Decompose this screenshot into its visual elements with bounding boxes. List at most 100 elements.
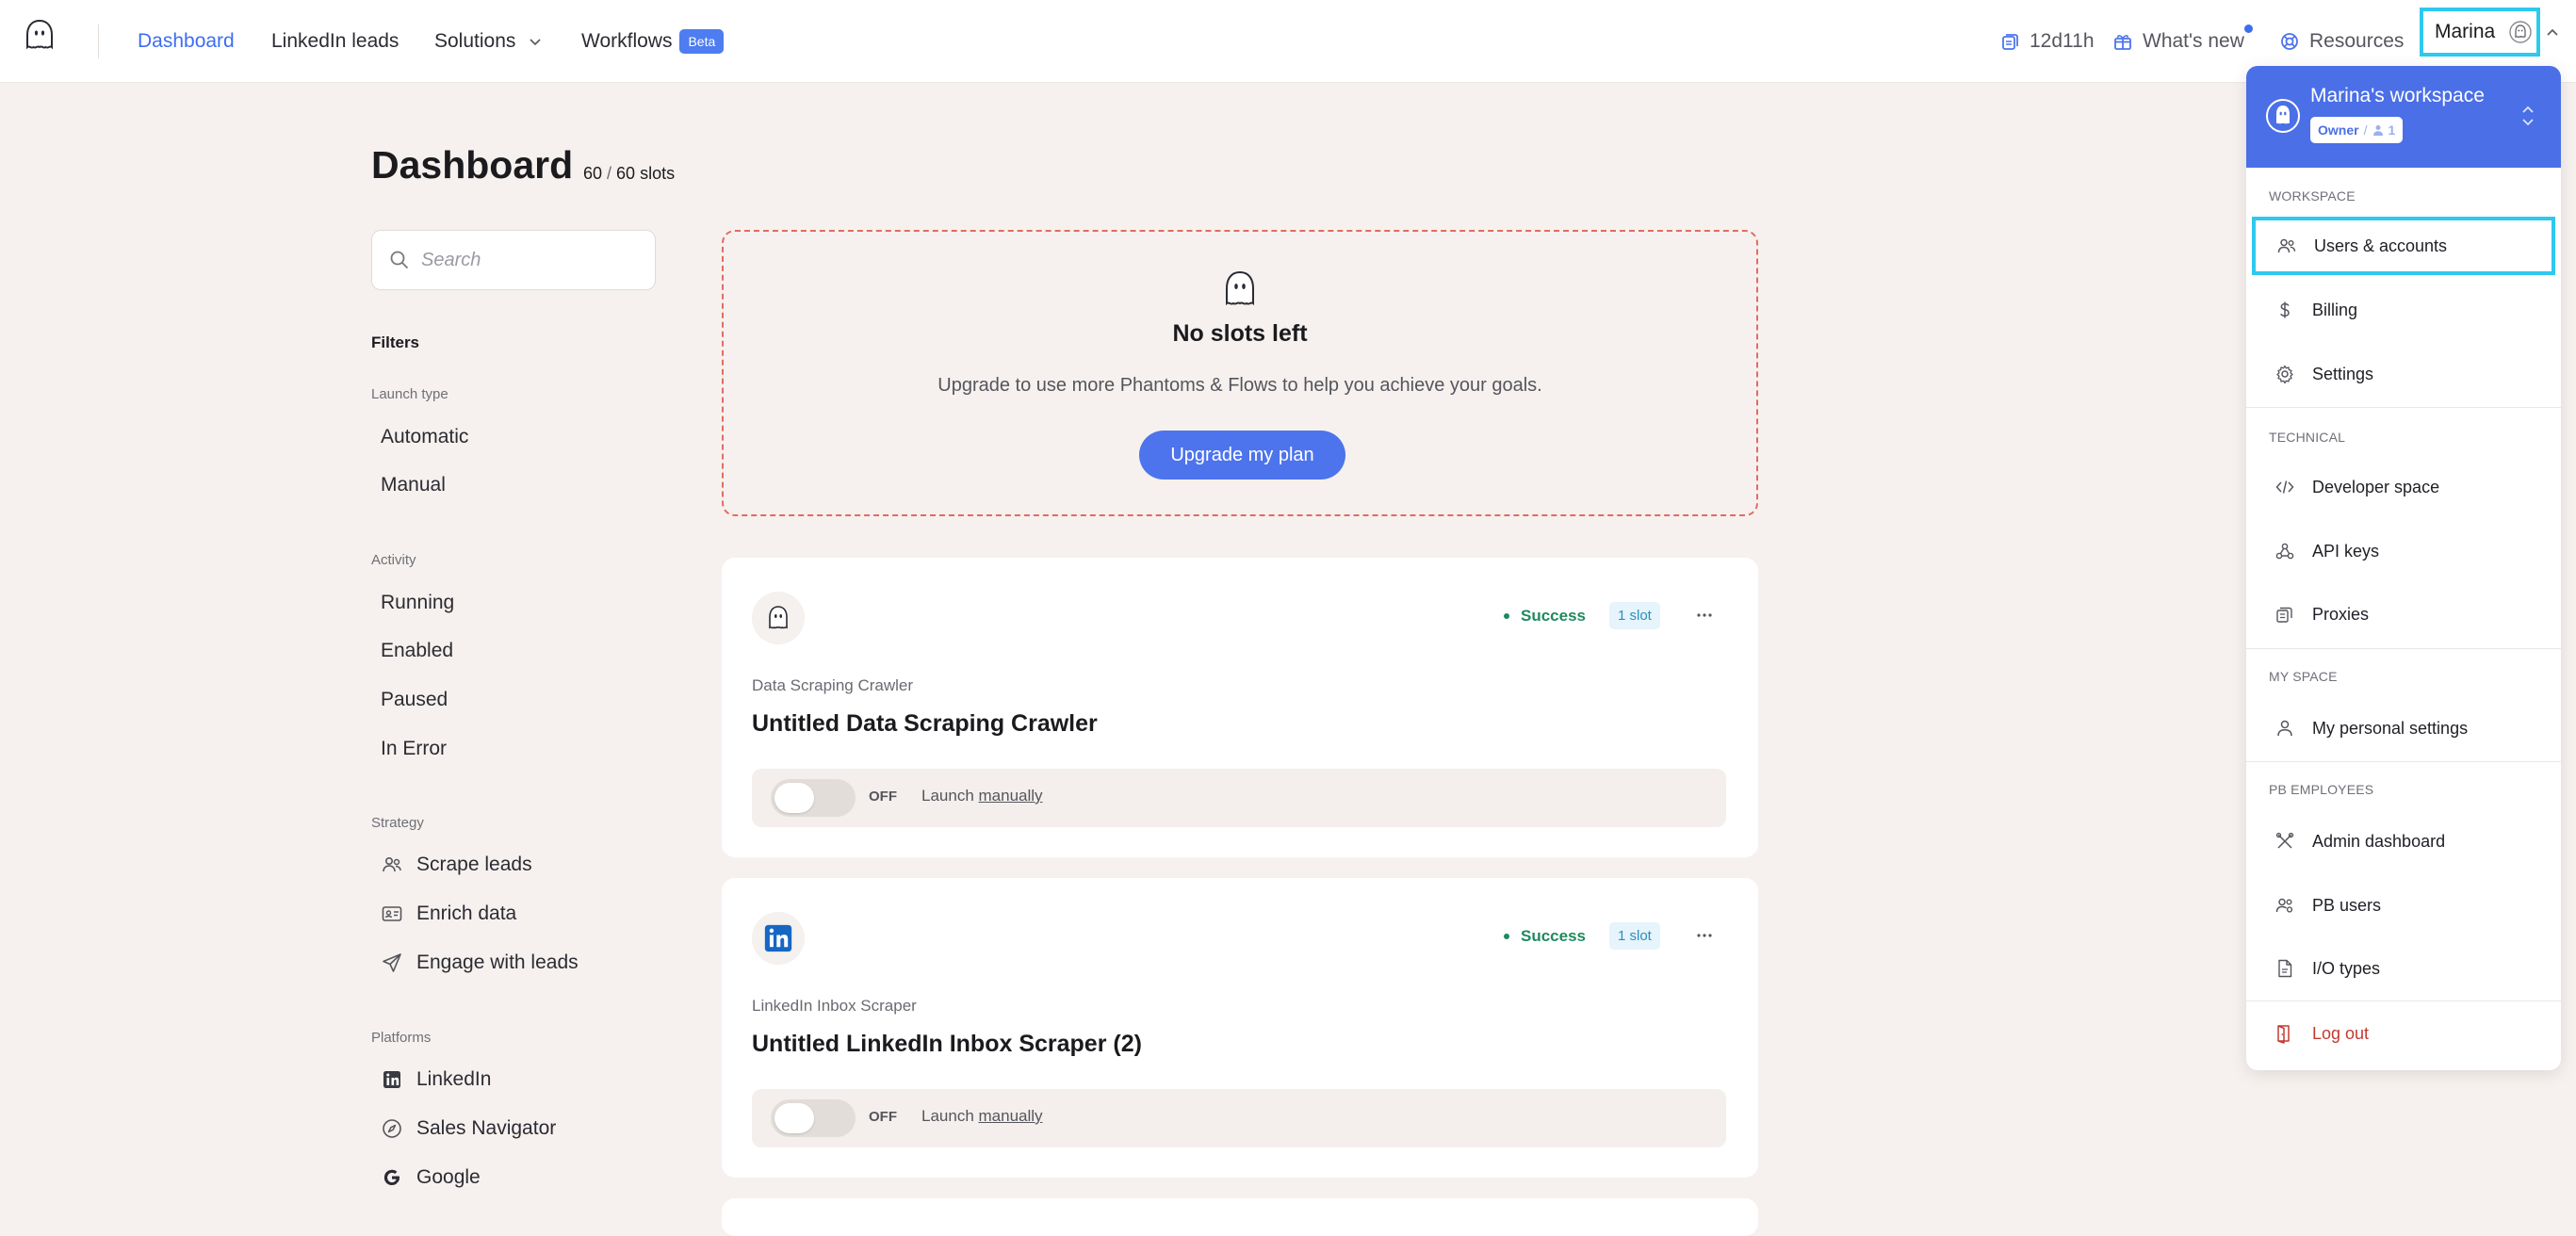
phantom-card-partial[interactable] [722, 1198, 1758, 1236]
workspace-avatar-icon [2266, 99, 2300, 133]
menu-admin-dashboard[interactable]: Admin dashboard [2246, 812, 2561, 870]
menu-api-keys-label: API keys [2312, 541, 2380, 561]
file-icon [2278, 959, 2292, 978]
top-navigation-bar: Dashboard LinkedIn leads Solutions Workf… [0, 0, 2576, 83]
filter-manual[interactable]: Manual [381, 474, 446, 496]
phantombuster-logo-icon[interactable] [21, 17, 58, 55]
filter-in-error[interactable]: In Error [381, 738, 447, 760]
platforms-label: Platforms [371, 1030, 432, 1046]
no-slots-description: Upgrade to use more Phantoms & Flows to … [937, 375, 1542, 396]
nav-linkedin-leads[interactable]: LinkedIn leads [271, 0, 399, 83]
upgrade-plan-button[interactable]: Upgrade my plan [1139, 431, 1345, 480]
filter-automatic[interactable]: Automatic [381, 426, 468, 448]
filter-enrich-data[interactable]: Enrich data [381, 903, 516, 925]
chevron-up-icon[interactable] [2544, 24, 2561, 41]
phantom-card[interactable]: Success 1 slot Data Scraping Crawler Unt… [722, 558, 1758, 857]
status-label: Success [1521, 607, 1586, 625]
notification-dot [2244, 24, 2253, 33]
workspace-role: Owner [2318, 122, 2359, 138]
phantom-name[interactable]: Untitled Data Scraping Crawler [752, 710, 1098, 738]
workspace-role-badge: Owner / 1 [2310, 117, 2404, 143]
credits-icon [2002, 34, 2018, 50]
menu-developer-space[interactable]: Developer space [2246, 458, 2561, 516]
menu-proxies[interactable]: Proxies [2246, 585, 2561, 643]
menu-io-types-label: I/O types [2312, 958, 2381, 978]
phantom-type: Data Scraping Crawler [752, 676, 914, 694]
status-dot [1504, 934, 1509, 939]
nav-solutions[interactable]: Solutions [434, 0, 544, 83]
search-icon [390, 251, 409, 269]
nav-solutions-label: Solutions [434, 30, 516, 52]
menu-divider [2246, 761, 2561, 762]
menu-io-types[interactable]: I/O types [2246, 939, 2561, 998]
menu-log-out[interactable]: Log out [2246, 1004, 2561, 1063]
filter-running[interactable]: Running [381, 592, 454, 614]
whats-new-button[interactable]: What's new [2112, 0, 2244, 83]
tools-icon [2275, 832, 2294, 849]
menu-users-accounts[interactable]: Users & accounts [2252, 217, 2555, 275]
toggle-state-label: OFF [869, 789, 897, 805]
launch-toggle[interactable] [771, 779, 856, 817]
strategy-label: Strategy [371, 815, 424, 831]
slots-counter: 60 / 60 slots [583, 164, 675, 184]
menu-pb-users-label: PB users [2312, 895, 2382, 915]
filters-title: Filters [371, 333, 420, 351]
workspace-switcher[interactable]: Marina's workspace Owner / 1 [2246, 66, 2561, 168]
slots-separator: / [602, 164, 617, 183]
menu-users-accounts-label: Users & accounts [2314, 236, 2448, 255]
phantom-type: LinkedIn Inbox Scraper [752, 997, 917, 1015]
menu-billing[interactable]: Billing [2246, 281, 2561, 339]
filter-sales-navigator[interactable]: Sales Navigator [381, 1117, 556, 1140]
workspace-name: Marina's workspace [2310, 85, 2485, 106]
launch-mode-text: Launch manually [921, 1107, 1043, 1126]
users-icon [383, 857, 401, 872]
menu-personal-settings[interactable]: My personal settings [2246, 699, 2561, 757]
nav-dashboard[interactable]: Dashboard [138, 0, 235, 83]
launch-mode-link[interactable]: manually [979, 787, 1043, 805]
filter-paused[interactable]: Paused [381, 689, 448, 711]
filter-google[interactable]: Google [381, 1166, 481, 1189]
beta-badge: Beta [679, 29, 725, 54]
nav-workflows[interactable]: Workflows Beta [581, 0, 725, 83]
search-box[interactable] [371, 230, 656, 290]
time-remaining[interactable]: 12d11h [1999, 0, 2095, 83]
user-menu-button[interactable]: Marina [2420, 8, 2540, 57]
user-dropdown-menu: Marina's workspace Owner / 1 WORKSPACE U… [2246, 66, 2561, 1070]
menu-personal-settings-label: My personal settings [2312, 718, 2469, 738]
filter-enabled[interactable]: Enabled [381, 640, 453, 662]
nav-divider [98, 24, 99, 58]
menu-log-out-label: Log out [2312, 1023, 2370, 1043]
ghost-icon [1226, 270, 1254, 306]
menu-api-keys[interactable]: API keys [2246, 522, 2561, 580]
filter-scrape-leads[interactable]: Scrape leads [381, 854, 532, 876]
search-input[interactable] [419, 248, 630, 272]
section-technical-label: TECHNICAL [2269, 430, 2346, 445]
nav-linkedin-leads-label: LinkedIn leads [271, 30, 399, 52]
phantom-card[interactable]: Success 1 slot LinkedIn Inbox Scraper Un… [722, 878, 1758, 1178]
menu-settings[interactable]: Settings [2246, 345, 2561, 403]
slot-badge: 1 slot [1609, 602, 1660, 629]
filter-linkedin-label: LinkedIn [416, 1068, 492, 1090]
time-remaining-label: 12d11h [2030, 30, 2095, 52]
user-icon [2277, 720, 2292, 737]
chevron-down-icon [530, 39, 541, 46]
phantom-avatar [752, 592, 805, 644]
phantom-name[interactable]: Untitled LinkedIn Inbox Scraper (2) [752, 1031, 1142, 1058]
nav-dashboard-label: Dashboard [138, 30, 235, 52]
google-icon [383, 1169, 399, 1185]
id-card-icon [382, 906, 402, 921]
launch-toggle[interactable] [771, 1099, 856, 1137]
menu-pb-users[interactable]: PB users [2246, 876, 2561, 935]
gear-icon [2276, 365, 2293, 384]
launch-type-label: Launch type [371, 386, 448, 402]
section-my-space-label: MY SPACE [2269, 669, 2338, 684]
more-options-icon[interactable] [1690, 601, 1719, 629]
filter-linkedin[interactable]: LinkedIn [381, 1068, 491, 1091]
status-label: Success [1521, 927, 1586, 945]
more-options-icon[interactable] [1690, 921, 1719, 950]
filter-engage-with-leads[interactable]: Engage with leads [381, 951, 579, 974]
filter-enrich-data-label: Enrich data [416, 903, 517, 924]
menu-admin-dashboard-label: Admin dashboard [2312, 831, 2446, 851]
page-title: Dashboard [371, 143, 574, 187]
launch-mode-link[interactable]: manually [979, 1107, 1043, 1125]
